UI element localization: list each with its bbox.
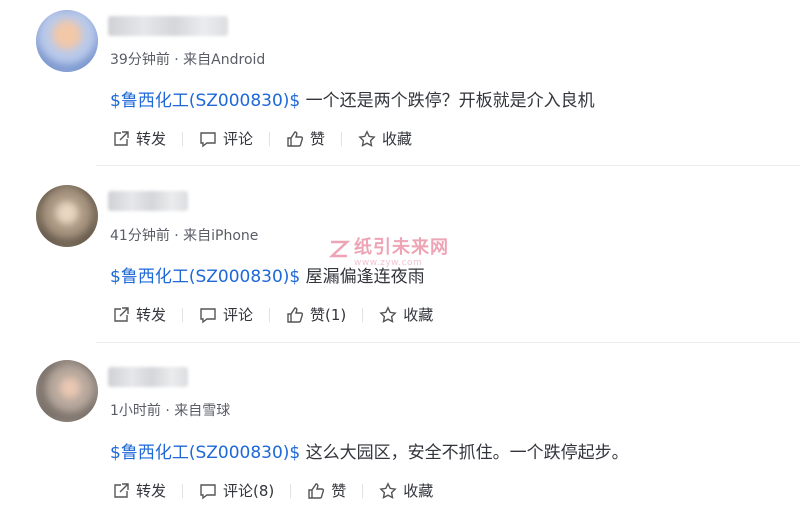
stock-link[interactable]: $鲁西化工(SZ000830)$ [110,267,300,287]
share-icon [114,130,129,146]
separator [362,307,364,322]
favorite-label: 收藏 [382,130,413,148]
favorite-button[interactable]: 收藏 [358,128,412,149]
separator [269,307,271,322]
comment-button[interactable]: 评论 [199,304,253,325]
comment-icon [200,131,216,147]
like-button[interactable]: 赞 [307,480,346,501]
username-blurred[interactable] [108,367,188,387]
comment-label: 评论 [223,306,254,324]
thumbs-up-icon [287,130,304,147]
repost-label: 转发 [136,130,167,148]
thumbs-up-icon [287,306,304,323]
like-button[interactable]: 赞 [286,128,325,149]
post-content: $鲁西化工(SZ000830)$ 屋漏偏逢连夜雨 [110,262,425,287]
separator [362,483,364,498]
star-icon [358,129,376,147]
action-bar: 转发 评论 赞(1) 收藏 [112,304,433,325]
action-bar: 转发 评论(8) 赞 收藏 [112,480,433,501]
watermark-logo-icon [328,240,350,258]
separator [182,307,184,322]
star-icon [379,305,397,323]
repost-label: 转发 [136,306,167,324]
separator [269,131,271,146]
action-bar: 转发 评论 赞 收藏 [112,128,412,149]
favorite-button[interactable]: 收藏 [379,304,433,325]
comment-icon [200,483,216,499]
stock-link[interactable]: $鲁西化工(SZ000830)$ [110,91,300,111]
like-label: 赞 [331,482,347,500]
stock-link[interactable]: $鲁西化工(SZ000830)$ [110,443,300,463]
divider [96,342,800,343]
avatar[interactable] [36,360,98,422]
repost-label: 转发 [136,482,167,500]
post-meta: 41分钟前 · 来自iPhone [110,228,259,244]
post-content: $鲁西化工(SZ000830)$ 这么大园区，安全不抓住。一个跌停起步。 [110,438,629,463]
like-label: 赞 [310,130,326,148]
post-meta: 39分钟前 · 来自Android [110,52,266,68]
post-text: 一个还是两个跌停？开板就是介入良机 [300,91,595,111]
comment-label: 评论(8) [223,482,275,500]
separator [290,483,292,498]
like-button[interactable]: 赞(1) [286,304,346,325]
repost-button[interactable]: 转发 [112,304,166,325]
comment-button[interactable]: 评论(8) [199,480,274,501]
avatar[interactable] [36,185,98,247]
username-blurred[interactable] [108,16,228,36]
username-blurred[interactable] [108,191,188,211]
post-text: 这么大园区，安全不抓住。一个跌停起步。 [300,443,629,463]
separator [341,131,343,146]
post-text: 屋漏偏逢连夜雨 [300,267,425,287]
star-icon [379,481,397,499]
thumbs-up-icon [308,482,325,499]
comment-icon [200,307,216,323]
post-content: $鲁西化工(SZ000830)$ 一个还是两个跌停？开板就是介入良机 [110,86,595,111]
like-label: 赞(1) [310,306,347,324]
divider [96,165,800,166]
separator [182,131,184,146]
repost-button[interactable]: 转发 [112,128,166,149]
comment-label: 评论 [223,130,254,148]
comment-button[interactable]: 评论 [199,128,253,149]
share-icon [114,306,129,322]
avatar[interactable] [36,10,98,72]
favorite-label: 收藏 [403,306,434,324]
watermark-title: 纸引未来网 [354,237,449,258]
repost-button[interactable]: 转发 [112,480,166,501]
separator [182,483,184,498]
favorite-label: 收藏 [403,482,434,500]
share-icon [114,482,129,498]
favorite-button[interactable]: 收藏 [379,480,433,501]
post-meta: 1小时前 · 来自雪球 [110,403,231,419]
